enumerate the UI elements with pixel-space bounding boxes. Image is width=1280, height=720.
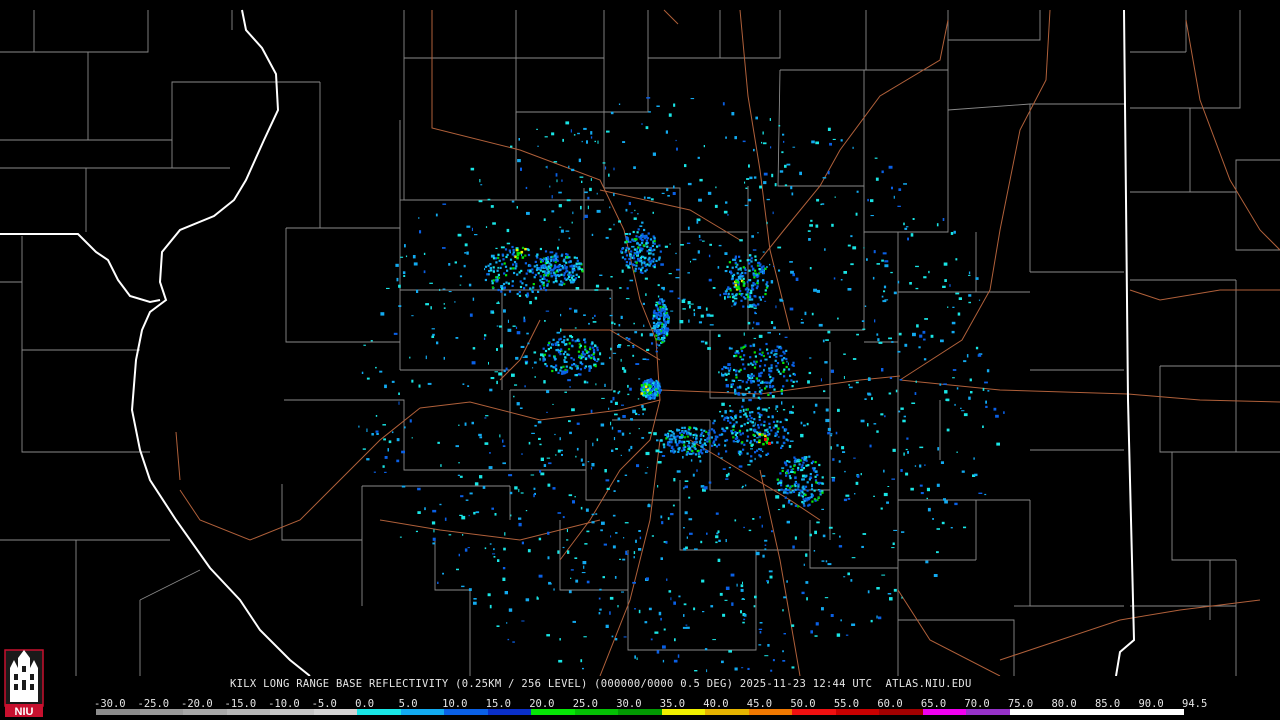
color-scale-swatch [879,709,923,715]
color-scale-swatch [661,709,706,715]
color-scale-swatch [1140,709,1184,715]
color-scale-swatch [531,709,575,715]
color-scale-swatch [1096,709,1141,715]
color-scale-label: 94.5 [1182,698,1208,710]
color-scale-swatch [1009,709,1054,715]
color-scale-swatch [96,709,140,715]
color-scale-swatch [400,709,445,715]
niu-tower-logo-icon: NIU [4,649,44,718]
color-scale-swatch [705,709,749,715]
radar-map-view: NIU KILX LONG RANGE BASE REFLECTIVITY (0… [0,0,1280,720]
color-scale-labels: -30.0 -25.0 -20.0 -15.0 -10.0 -5.0 0.0 5.0 10.0 1… [94,698,1207,710]
county-boundaries [0,10,1280,676]
color-scale-swatch [270,709,314,715]
color-scale-swatch [226,709,271,715]
radar-map [0,9,1280,676]
color-scale-swatch [183,709,227,715]
color-scale-swatch [748,709,793,715]
radar-reflectivity-echoes [358,97,1005,673]
color-scale-swatch [966,709,1010,715]
color-scale-swatch [357,709,401,715]
color-scale-swatch [574,709,619,715]
color-scale-swatch [835,709,880,715]
product-caption: KILX LONG RANGE BASE REFLECTIVITY (0.25K… [230,678,972,690]
color-scale-swatch [1053,709,1097,715]
color-scale-bar [96,709,1184,715]
color-scale-swatch [487,709,532,715]
color-scale-swatch [313,709,358,715]
color-scale-swatch [444,709,488,715]
color-scale-swatch [618,709,662,715]
state-boundaries [0,9,1136,676]
color-scale-swatch [792,709,836,715]
highway-lines [175,9,1280,676]
color-scale-swatch [139,709,184,715]
color-scale-swatch [922,709,967,715]
logo-text: NIU [15,706,34,718]
reflectivity-color-scale: -30.0 -25.0 -20.0 -15.0 -10.0 -5.0 0.0 5.0 10.0 1… [94,698,1207,718]
